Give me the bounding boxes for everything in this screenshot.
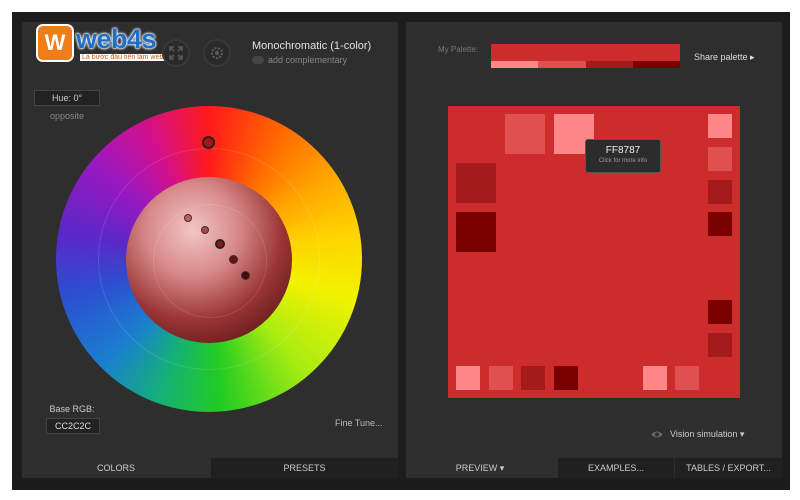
preview-swatch[interactable] bbox=[456, 366, 480, 390]
preview-swatch[interactable] bbox=[708, 212, 732, 236]
palette-shade-strip bbox=[491, 61, 680, 68]
logo-text: web4s bbox=[76, 24, 157, 54]
preview-swatch[interactable] bbox=[675, 366, 699, 390]
palette-shade-swatch[interactable] bbox=[632, 61, 680, 68]
preview-swatch[interactable] bbox=[708, 300, 732, 324]
expand-arrows-icon bbox=[169, 46, 183, 60]
color-tooltip[interactable]: FF8787 Click for more info bbox=[585, 139, 661, 173]
toggle-switch-icon bbox=[252, 56, 264, 64]
palette-shade-swatch[interactable] bbox=[538, 61, 586, 68]
vision-simulation-label: Vision simulation ▾ bbox=[670, 429, 745, 439]
tab-colors[interactable]: COLORS bbox=[22, 458, 210, 478]
hue-handle[interactable] bbox=[202, 136, 215, 149]
base-rgb-input[interactable]: CC2C2C bbox=[46, 418, 100, 434]
add-complementary-label: add complementary bbox=[268, 55, 348, 65]
color-point-3[interactable] bbox=[229, 255, 238, 264]
disc-guide-ring bbox=[153, 204, 267, 318]
color-point-base[interactable] bbox=[215, 239, 225, 249]
preview-swatch[interactable] bbox=[708, 333, 732, 357]
color-point-4[interactable] bbox=[241, 271, 250, 280]
color-point-1[interactable] bbox=[184, 214, 192, 222]
color-point-2[interactable] bbox=[201, 226, 209, 234]
logo: W web4s Là bước đầu tiên làm web bbox=[36, 24, 166, 64]
tab-examples[interactable]: EXAMPLES... bbox=[558, 458, 674, 478]
scheme-title: Monochromatic (1-color) bbox=[252, 40, 372, 52]
fine-tune-link[interactable]: Fine Tune... bbox=[335, 418, 383, 428]
tooltip-hex: FF8787 bbox=[605, 145, 641, 156]
tab-presets[interactable]: PRESETS bbox=[211, 458, 398, 478]
tab-tables-export[interactable]: TABLES / EXPORT... bbox=[675, 458, 782, 478]
preview-swatch[interactable] bbox=[708, 114, 732, 138]
expand-mode-button[interactable] bbox=[162, 39, 190, 67]
preview-swatch[interactable] bbox=[708, 147, 732, 171]
base-rgb-label: Base RGB: bbox=[49, 404, 95, 414]
opposite-link[interactable]: opposite bbox=[34, 111, 100, 121]
logo-subtitle: Là bước đầu tiên làm web bbox=[80, 54, 166, 61]
tab-preview[interactable]: PREVIEW ▾ bbox=[406, 458, 554, 478]
palette-shade-swatch[interactable] bbox=[585, 61, 633, 68]
eye-icon bbox=[651, 431, 663, 438]
tooltip-hint: Click for more info bbox=[598, 158, 648, 164]
add-complementary-toggle[interactable]: add complementary bbox=[252, 55, 347, 65]
preview-swatch[interactable] bbox=[643, 366, 667, 390]
gear-icon bbox=[211, 47, 223, 59]
vision-simulation-dropdown[interactable]: Vision simulation ▾ bbox=[650, 429, 744, 440]
share-palette-button[interactable]: Share palette ▸ bbox=[694, 52, 755, 63]
logo-badge: W bbox=[36, 24, 74, 62]
preview-swatch[interactable] bbox=[456, 163, 496, 203]
preview-swatch[interactable] bbox=[456, 212, 496, 252]
preview-swatch[interactable] bbox=[554, 366, 578, 390]
preview-swatch[interactable] bbox=[505, 114, 545, 154]
preview-swatch[interactable] bbox=[521, 366, 545, 390]
preview-swatch[interactable] bbox=[708, 180, 732, 204]
preview-swatch[interactable] bbox=[489, 366, 513, 390]
settings-mode-button[interactable] bbox=[203, 39, 231, 67]
hue-input[interactable]: Hue: 0° bbox=[34, 90, 100, 106]
palette-shade-swatch[interactable] bbox=[491, 61, 539, 68]
palette-base-swatch[interactable] bbox=[491, 44, 680, 61]
palette-label: My Palette: bbox=[438, 45, 479, 54]
